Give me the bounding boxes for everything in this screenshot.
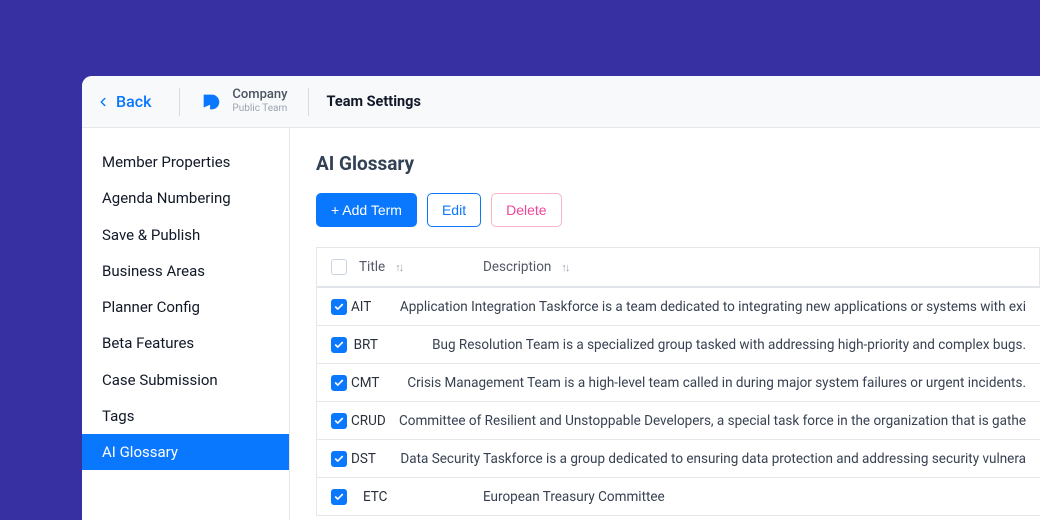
- divider: [308, 88, 309, 116]
- column-header-title[interactable]: Title ↑↓: [359, 259, 483, 275]
- table-header: Title ↑↓ Description ↑↓: [317, 248, 1040, 288]
- app-window: Back Company Public Team Team Settings M…: [82, 76, 1040, 520]
- row-checkbox[interactable]: [331, 337, 347, 353]
- row-title: ETC: [359, 489, 387, 505]
- row-checkbox[interactable]: [331, 489, 347, 505]
- company-name: Company: [232, 88, 287, 103]
- row-title: BRT: [350, 337, 378, 353]
- content-title: AI Glossary: [316, 152, 1040, 175]
- content: AI Glossary + Add Term Edit Delete Title…: [290, 128, 1040, 520]
- row-description: Crisis Management Team is a high-level t…: [407, 375, 1026, 391]
- company-block[interactable]: Company Public Team: [194, 88, 293, 114]
- action-bar: + Add Term Edit Delete: [316, 193, 1040, 227]
- row-checkbox[interactable]: [331, 299, 347, 315]
- glossary-table: Title ↑↓ Description ↑↓ AIT Application I…: [316, 247, 1040, 516]
- company-text: Company Public Team: [232, 88, 287, 114]
- row-description: Data Security Taskforce is a group dedic…: [400, 451, 1026, 467]
- sidebar-item-business-areas[interactable]: Business Areas: [82, 253, 289, 289]
- sidebar-item-save-publish[interactable]: Save & Publish: [82, 217, 289, 253]
- column-header-description[interactable]: Description ↑↓: [483, 259, 1025, 275]
- column-header-description-label: Description: [483, 259, 551, 275]
- row-description: Committee of Resilient and Unstoppable D…: [399, 413, 1026, 429]
- table-row[interactable]: AIT Application Integration Taskforce is …: [317, 288, 1040, 326]
- table-row[interactable]: BRT Bug Resolution Team is a specialized …: [317, 326, 1040, 364]
- company-subtitle: Public Team: [232, 103, 287, 115]
- row-description: European Treasury Committee: [483, 489, 665, 505]
- row-description: Application Integration Taskforce is a t…: [400, 299, 1026, 315]
- back-button[interactable]: Back: [96, 92, 165, 111]
- row-checkbox[interactable]: [331, 375, 347, 391]
- back-label: Back: [116, 92, 151, 111]
- table-row[interactable]: CMT Crisis Management Team is a high-leve…: [317, 364, 1040, 402]
- row-title: AIT: [347, 299, 371, 315]
- chevron-left-icon: [96, 95, 110, 109]
- table-row[interactable]: ETC European Treasury Committee: [317, 478, 1040, 516]
- sidebar-item-ai-glossary[interactable]: AI Glossary: [82, 434, 289, 470]
- delete-button[interactable]: Delete: [491, 193, 561, 227]
- sidebar-item-member-properties[interactable]: Member Properties: [82, 144, 289, 180]
- company-logo-icon: [200, 91, 222, 113]
- add-term-button[interactable]: + Add Term: [316, 193, 417, 227]
- select-all-checkbox[interactable]: [331, 259, 347, 275]
- sort-icon: ↑↓: [561, 261, 568, 274]
- table-row[interactable]: DST Data Security Taskforce is a group de…: [317, 440, 1040, 478]
- row-title: CRUD: [347, 413, 386, 429]
- row-checkbox[interactable]: [331, 451, 347, 467]
- sidebar-item-agenda-numbering[interactable]: Agenda Numbering: [82, 180, 289, 216]
- table-row[interactable]: CRUD Committee of Resilient and Unstoppab…: [317, 402, 1040, 440]
- main: Member Properties Agenda Numbering Save …: [82, 128, 1040, 520]
- row-checkbox[interactable]: [331, 413, 347, 429]
- edit-button[interactable]: Edit: [427, 193, 481, 227]
- sidebar-item-beta-features[interactable]: Beta Features: [82, 325, 289, 361]
- sidebar-item-tags[interactable]: Tags: [82, 398, 289, 434]
- topbar: Back Company Public Team Team Settings: [82, 76, 1040, 128]
- row-title: DST: [347, 451, 376, 467]
- sidebar-item-planner-config[interactable]: Planner Config: [82, 289, 289, 325]
- sidebar-item-case-submission[interactable]: Case Submission: [82, 362, 289, 398]
- row-description: Bug Resolution Team is a specialized gro…: [432, 337, 1026, 353]
- page-title: Team Settings: [323, 93, 421, 110]
- sort-icon: ↑↓: [395, 261, 402, 274]
- column-header-title-label: Title: [359, 259, 385, 275]
- table-body: AIT Application Integration Taskforce is …: [317, 288, 1040, 516]
- divider: [179, 88, 180, 116]
- sidebar: Member Properties Agenda Numbering Save …: [82, 128, 290, 520]
- row-title: CMT: [347, 375, 379, 391]
